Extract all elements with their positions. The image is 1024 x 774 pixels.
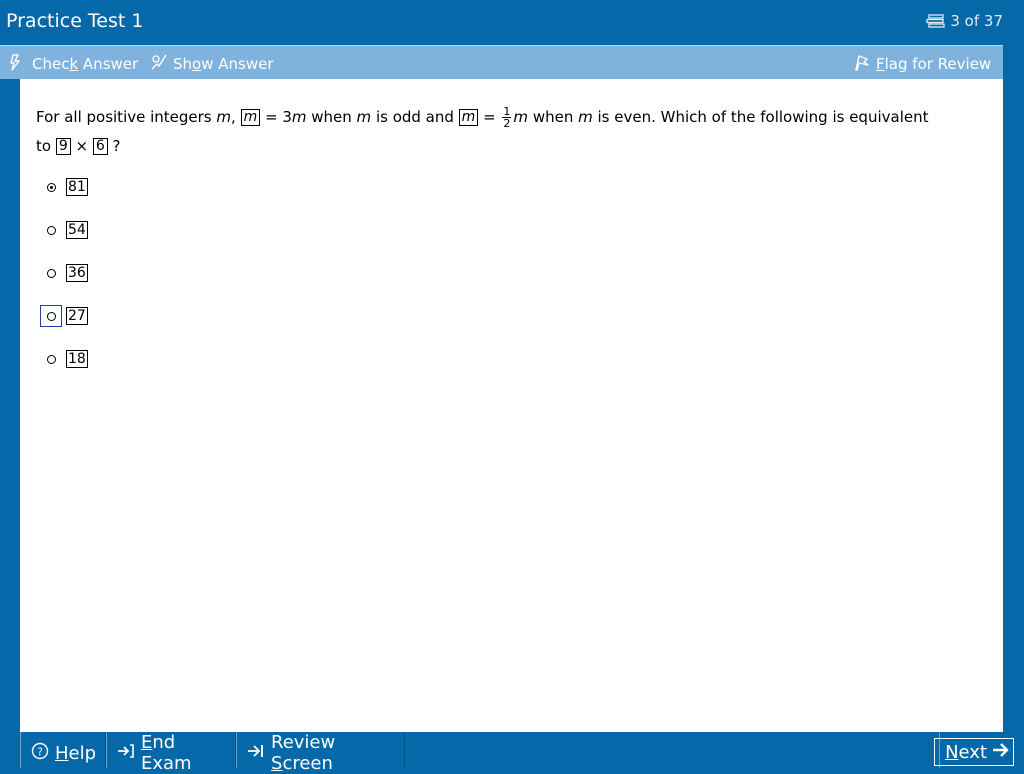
choice-18[interactable]: 18 [40, 347, 88, 371]
question-text: For all positive integers m, m = 3m when… [36, 105, 929, 155]
fraction-one-half: 12 [502, 105, 512, 130]
radio-wrapper[interactable] [40, 262, 62, 284]
choice-27[interactable]: 27 [40, 304, 88, 328]
choice-36[interactable]: 36 [40, 261, 88, 285]
svg-text:?: ? [37, 745, 43, 758]
next-label: Next [945, 741, 987, 763]
counter-label: 3 of 37 [950, 12, 1003, 30]
choice-label: 81 [66, 178, 88, 196]
show-answer-button[interactable]: Show Answer [150, 53, 274, 75]
help-button[interactable]: ? Help [20, 732, 106, 768]
check-answer-button[interactable]: Check Answer [10, 53, 138, 75]
choice-label: 27 [66, 307, 88, 325]
check-pen-icon [10, 53, 27, 75]
flag-for-review-button[interactable]: Flag for Review [853, 53, 991, 75]
choice-label: 54 [66, 221, 88, 239]
boxed-6: 6 [92, 138, 108, 155]
exit-arrow-icon [117, 743, 135, 764]
radio-button[interactable] [46, 354, 56, 364]
choice-label: 18 [66, 350, 88, 368]
radio-button[interactable] [46, 311, 56, 321]
check-answer-label: Check Answer [32, 55, 139, 73]
radio-button[interactable] [46, 268, 56, 278]
title-bar: Practice Test 1 3 of 37 [0, 0, 1024, 44]
radio-button[interactable] [46, 182, 56, 192]
choice-54[interactable]: 54 [40, 218, 88, 242]
stack-icon [926, 14, 946, 28]
question-pane: For all positive integers m, m = 3m when… [20, 79, 1003, 732]
end-exam-button[interactable]: End Exam [106, 732, 236, 774]
footer-bar: ? Help End Exam Review Screen Next [20, 732, 1024, 774]
right-border [1003, 45, 1024, 732]
radio-wrapper[interactable] [40, 176, 62, 198]
show-answer-label: Show Answer [173, 55, 274, 73]
flag-icon [853, 53, 871, 75]
choice-81[interactable]: 81 [40, 175, 88, 199]
review-arrow-icon [247, 743, 265, 764]
next-button[interactable]: Next [934, 738, 1014, 766]
help-circle-icon: ? [31, 742, 49, 765]
boxed-m-2: m [458, 109, 479, 126]
boxed-m: m [240, 109, 261, 126]
radio-wrapper[interactable] [40, 305, 62, 327]
radio-button[interactable] [46, 225, 56, 235]
radio-wrapper[interactable] [40, 219, 62, 241]
question-counter: 3 of 37 [926, 12, 1003, 30]
radio-wrapper[interactable] [40, 348, 62, 370]
flag-label: Flag for Review [876, 55, 992, 73]
app-title: Practice Test 1 [6, 10, 144, 32]
help-label: Help [55, 742, 97, 764]
choice-label: 36 [66, 264, 88, 282]
right-arrow-icon [991, 741, 1011, 764]
show-pen-icon [150, 53, 168, 75]
answer-toolbar: Check Answer Show Answer Flag for Review [0, 45, 1003, 79]
boxed-9: 9 [55, 138, 71, 155]
review-screen-button[interactable]: Review Screen [236, 732, 405, 774]
